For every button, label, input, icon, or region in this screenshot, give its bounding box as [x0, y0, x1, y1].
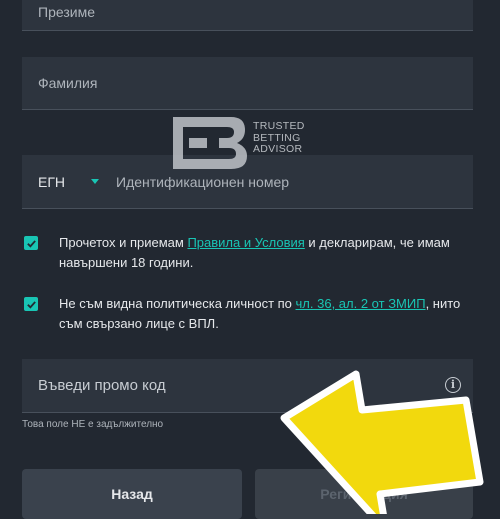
pep-law-link[interactable]: чл. 36, ал. 2 от ЗМИП [296, 296, 426, 311]
terms-link[interactable]: Правила и Условия [187, 235, 304, 250]
chevron-down-icon [91, 179, 99, 184]
last-name-field[interactable] [22, 57, 473, 110]
middle-name-input[interactable] [38, 0, 418, 30]
id-type-selected: ЕГН [38, 173, 66, 190]
pep-text-before: Не съм видна политическа личност по [59, 296, 296, 311]
yellow-arrow-icon [280, 370, 484, 514]
trusted-betting-advisor-watermark: TRUSTED BETTING ADVISOR [173, 117, 313, 169]
back-button[interactable]: Назад [22, 469, 242, 519]
back-button-label: Назад [111, 486, 153, 502]
last-name-input[interactable] [38, 57, 418, 109]
watermark-text: TRUSTED BETTING ADVISOR [253, 120, 305, 156]
checkmark-icon [26, 300, 36, 309]
id-type-dropdown[interactable]: ЕГН [22, 155, 115, 208]
pep-checkbox[interactable] [24, 297, 38, 311]
pep-consent-text: Не съм видна политическа личност по чл. … [59, 294, 479, 334]
checkmark-icon [26, 239, 36, 248]
terms-checkbox[interactable] [24, 236, 38, 250]
middle-name-field[interactable] [22, 0, 473, 31]
watermark-line-3: ADVISOR [253, 143, 303, 155]
watermark-line-1: TRUSTED [253, 120, 305, 132]
terms-consent-text: Прочетох и приемам Правила и Условия и д… [59, 233, 479, 273]
tba-logo-icon [173, 117, 247, 169]
promo-optional-hint: Това поле НЕ е задължително [22, 419, 164, 430]
terms-text-before: Прочетох и приемам [59, 235, 188, 250]
